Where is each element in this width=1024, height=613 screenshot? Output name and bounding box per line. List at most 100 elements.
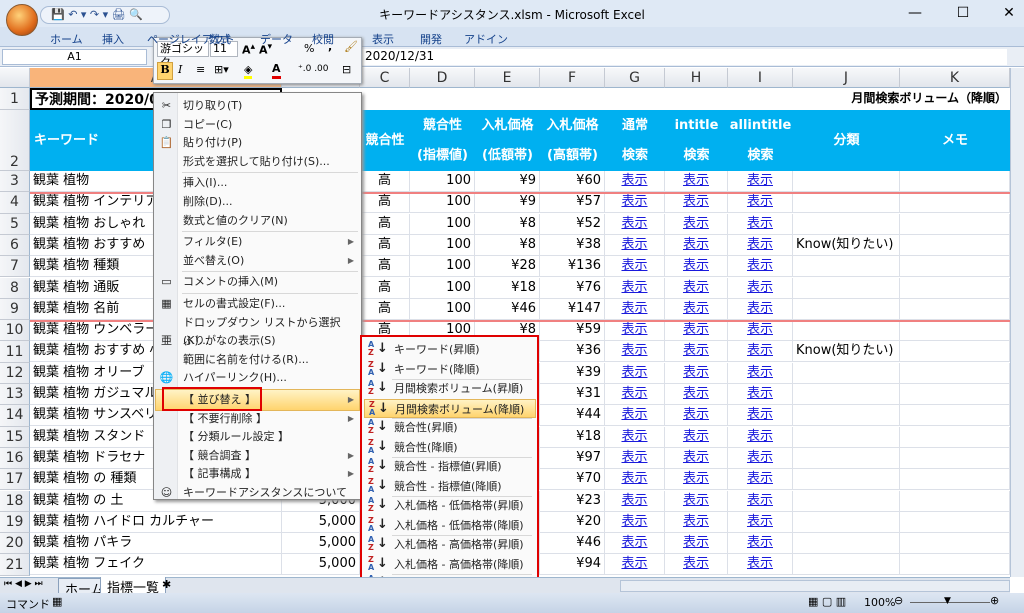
context-menu-item[interactable]: 【 不要行削除 】 ▶ — [155, 410, 360, 428]
show-link[interactable]: 表示 — [665, 426, 728, 448]
row-header[interactable]: 6 — [0, 234, 30, 257]
competition-cell[interactable]: 高 — [360, 234, 410, 256]
memo-cell[interactable] — [900, 213, 1010, 235]
bid-high-cell[interactable]: ¥94 — [540, 554, 605, 576]
memo-cell[interactable] — [900, 256, 1010, 278]
show-link[interactable]: 表示 — [605, 192, 665, 214]
competition-index-cell[interactable]: 100 — [410, 298, 475, 320]
vertical-scrollbar[interactable] — [1010, 68, 1024, 577]
bid-high-cell[interactable]: ¥136 — [540, 256, 605, 278]
memo-cell[interactable] — [900, 234, 1010, 256]
view-buttons-icon[interactable]: ▦ ▢ ▥ — [808, 595, 846, 608]
show-link[interactable]: 表示 — [728, 511, 793, 533]
column-header[interactable]: E — [475, 68, 540, 88]
show-link[interactable]: 表示 — [728, 320, 793, 342]
show-link[interactable]: 表示 — [665, 554, 728, 576]
context-menu-item[interactable]: 亜ふりがなの表示(S) — [155, 332, 360, 350]
ribbon-tab[interactable]: ホーム — [50, 31, 83, 47]
horizontal-scrollbar[interactable] — [620, 580, 1010, 592]
show-link[interactable]: 表示 — [605, 469, 665, 491]
center-align-icon[interactable]: ≡ — [196, 63, 205, 76]
context-menu-item[interactable]: ▦ セルの書式設定(F)... — [155, 295, 360, 313]
category-cell[interactable]: Know(知りたい) — [793, 341, 900, 363]
show-link[interactable]: 表示 — [605, 213, 665, 235]
show-link[interactable]: 表示 — [605, 426, 665, 448]
row-header[interactable]: 4 — [0, 192, 30, 214]
column-header[interactable]: F — [540, 68, 605, 88]
show-link[interactable]: 表示 — [728, 192, 793, 214]
bid-high-cell[interactable]: ¥38 — [540, 234, 605, 256]
column-header[interactable]: I — [728, 68, 793, 88]
competition-cell[interactable]: 高 — [360, 256, 410, 278]
category-cell[interactable] — [793, 490, 900, 512]
bid-low-cell[interactable]: ¥46 — [475, 298, 540, 320]
macro-record-icon[interactable]: ▦ — [52, 595, 62, 608]
row-header[interactable]: 3 — [0, 171, 30, 193]
context-menu-item[interactable]: ✂ 切り取り(T) — [155, 97, 360, 115]
memo-cell[interactable] — [900, 426, 1010, 448]
keyword-cell[interactable]: 観葉 植物 パキラ — [30, 533, 282, 555]
bid-high-cell[interactable]: ¥97 — [540, 447, 605, 469]
context-menu-item[interactable]: 範囲に名前を付ける(R)... — [155, 351, 360, 369]
increase-decimal-icon[interactable]: ⁺.0 .00 — [298, 64, 329, 74]
competition-index-cell[interactable]: 100 — [410, 171, 475, 192]
category-cell[interactable] — [793, 533, 900, 555]
show-link[interactable]: 表示 — [605, 533, 665, 555]
show-link[interactable]: 表示 — [728, 341, 793, 363]
category-cell[interactable] — [793, 447, 900, 469]
bid-high-cell[interactable]: ¥59 — [540, 320, 605, 342]
show-link[interactable]: 表示 — [665, 405, 728, 427]
memo-cell[interactable] — [900, 298, 1010, 320]
fill-color-icon[interactable]: ◈ — [244, 63, 253, 79]
context-menu-item[interactable]: 【 競合調査 】 ▶ — [155, 447, 360, 465]
category-cell[interactable] — [793, 213, 900, 235]
category-cell[interactable] — [793, 192, 900, 214]
close-button[interactable]: ✕ — [994, 4, 1024, 22]
row-header[interactable]: 17 — [0, 469, 30, 491]
show-link[interactable]: 表示 — [665, 234, 728, 256]
bid-high-cell[interactable]: ¥18 — [540, 426, 605, 448]
bid-high-cell[interactable]: ¥20 — [540, 511, 605, 533]
sort-ascending-item[interactable]: A Z ↓ 月間検索ボリューム(昇順) — [364, 379, 536, 398]
row-header[interactable]: 19 — [0, 511, 30, 534]
context-menu-item[interactable]: ▭ コメントの挿入(M) — [155, 273, 360, 291]
column-header[interactable]: H — [665, 68, 728, 88]
bid-high-cell[interactable]: ¥52 — [540, 213, 605, 235]
context-menu-item[interactable]: 📋 貼り付け(P) — [155, 134, 360, 152]
formula-input[interactable]: 2020/12/31 — [362, 49, 1007, 65]
row-header[interactable]: 12 — [0, 362, 30, 384]
show-link[interactable]: 表示 — [728, 447, 793, 469]
ribbon-tab[interactable]: アドイン — [464, 31, 508, 47]
sort-descending-item[interactable]: Z A ↓ 競合性 - 指標値(降順) — [364, 477, 536, 496]
show-link[interactable]: 表示 — [728, 213, 793, 235]
show-link[interactable]: 表示 — [605, 277, 665, 299]
context-menu-item[interactable]: 削除(D)... — [155, 193, 360, 211]
show-link[interactable]: 表示 — [665, 384, 728, 405]
memo-cell[interactable] — [900, 277, 1010, 299]
insert-sheet-icon[interactable]: ✱ — [162, 578, 171, 591]
bid-high-cell[interactable]: ¥23 — [540, 490, 605, 512]
ribbon-tab[interactable]: 表示 — [372, 31, 394, 47]
show-link[interactable]: 表示 — [728, 533, 793, 555]
bid-high-cell[interactable]: ¥36 — [540, 341, 605, 363]
bid-high-cell[interactable]: ¥70 — [540, 469, 605, 491]
format-painter-icon[interactable]: 🖌 — [344, 40, 358, 53]
ribbon-tab[interactable]: 開発 — [420, 31, 442, 47]
memo-cell[interactable] — [900, 362, 1010, 384]
row-header[interactable]: 7 — [0, 256, 30, 278]
row-header[interactable]: 10 — [0, 320, 30, 342]
bid-low-cell[interactable]: ¥18 — [475, 277, 540, 299]
keyword-cell[interactable]: 観葉 植物 フェイク — [30, 554, 282, 576]
show-link[interactable]: 表示 — [665, 533, 728, 555]
sort-ascending-item[interactable]: A Z ↓ 競合性(昇順) — [364, 418, 536, 437]
column-header[interactable]: J — [793, 68, 900, 88]
column-header[interactable]: G — [605, 68, 665, 88]
show-link[interactable]: 表示 — [605, 341, 665, 363]
minimize-button[interactable]: — — [900, 4, 930, 22]
context-menu-item[interactable]: フィルタ(E) ▶ — [155, 233, 360, 251]
context-menu-item[interactable]: 形式を選択して貼り付け(S)... — [155, 153, 360, 171]
show-link[interactable]: 表示 — [665, 511, 728, 533]
select-all-corner[interactable] — [0, 68, 30, 88]
competition-cell[interactable]: 高 — [360, 171, 410, 192]
row-header[interactable]: 1 — [0, 88, 30, 110]
